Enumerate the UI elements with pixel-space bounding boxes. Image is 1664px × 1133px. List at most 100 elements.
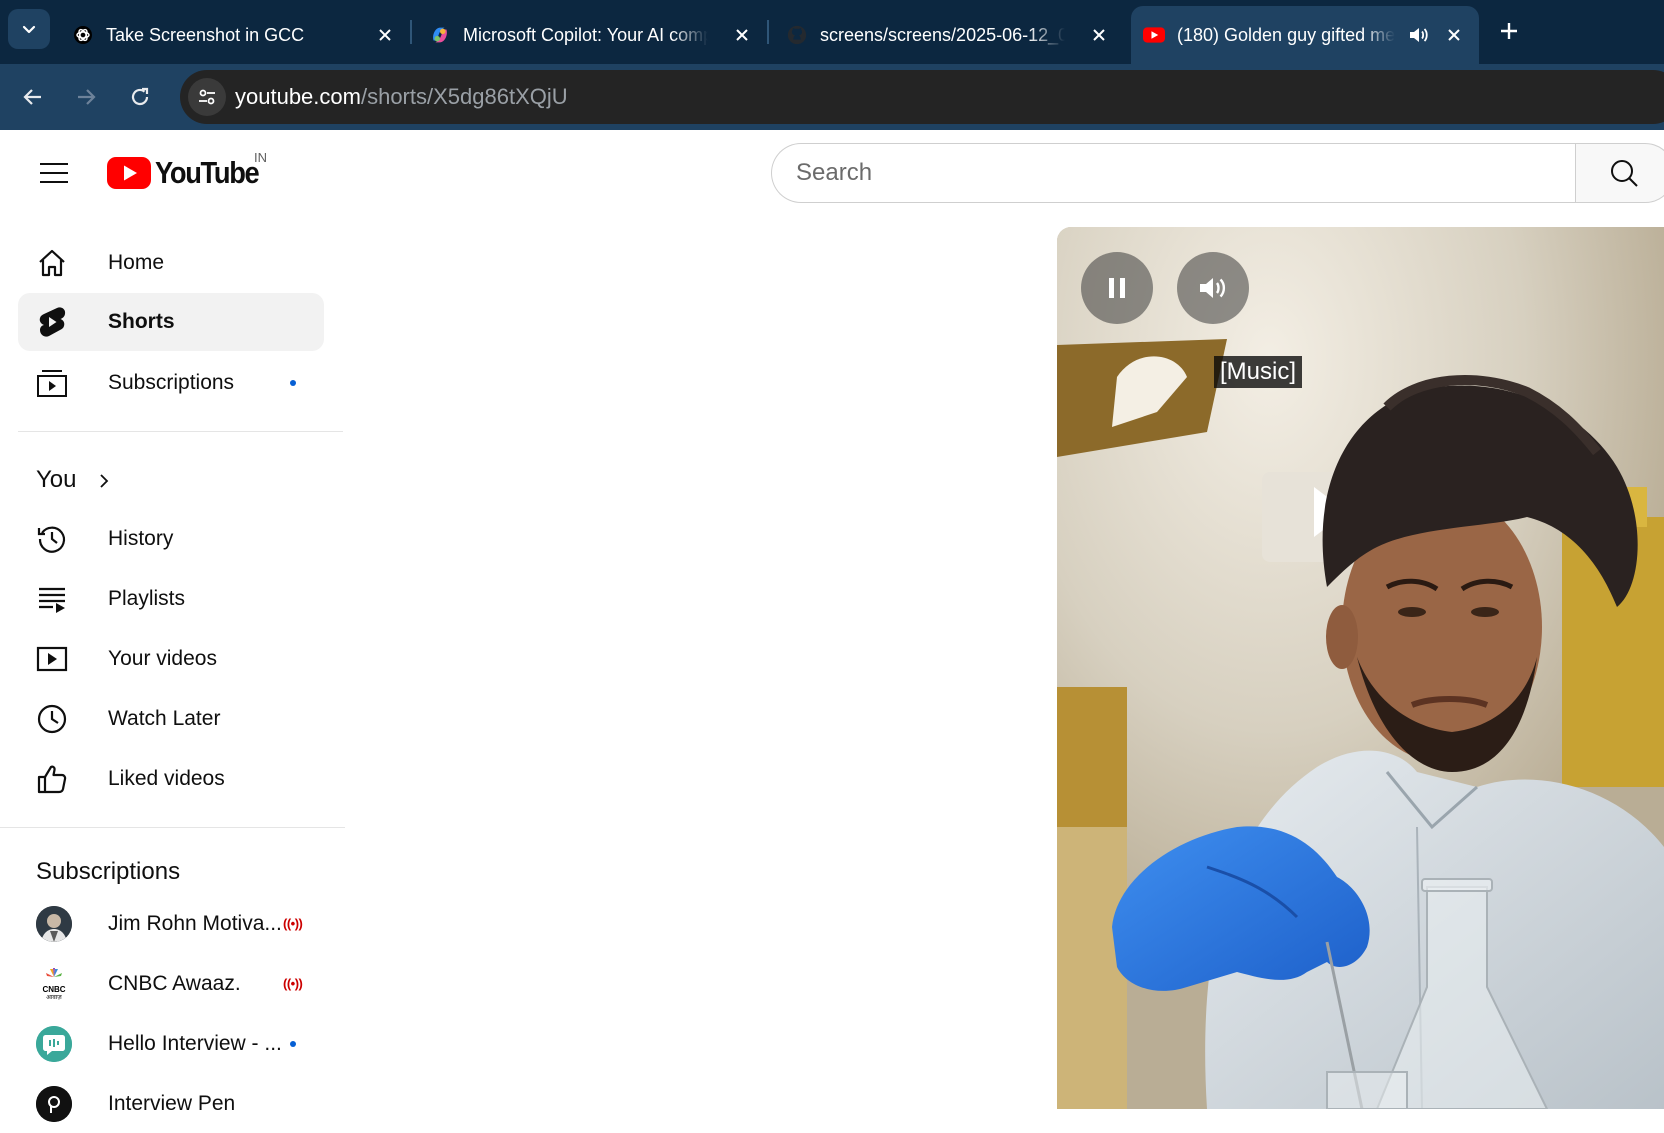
url-path: /shorts/X5dg86tXQjU	[360, 84, 568, 109]
url-text[interactable]: youtube.com/shorts/X5dg86tXQjU	[235, 84, 568, 110]
pause-icon	[1109, 278, 1125, 298]
sidebar-item-playlists[interactable]: Playlists	[18, 570, 324, 628]
subscriptions-icon	[36, 367, 68, 399]
tab-github-screens[interactable]: screens/screens/2025-06-12_09	[774, 6, 1124, 64]
close-tab-icon[interactable]	[1088, 24, 1110, 46]
sidebar-divider	[0, 827, 345, 828]
tab-separator	[410, 20, 412, 44]
tab-title: screens/screens/2025-06-12_09	[820, 24, 1065, 45]
chevron-right-icon	[96, 472, 112, 495]
new-content-dot	[290, 380, 296, 386]
tab-youtube-short[interactable]: (180) Golden guy gifted me	[1131, 6, 1479, 64]
tune-icon	[199, 89, 215, 105]
home-icon	[36, 247, 68, 279]
tab-separator	[767, 20, 769, 44]
subscription-channel-jim-rohn[interactable]: Jim Rohn Motiva... ((•))	[18, 895, 324, 953]
svg-text:आवाज़: आवाज़	[46, 995, 62, 1001]
you-section-link[interactable]: You	[18, 458, 168, 504]
region-code: IN	[254, 150, 267, 165]
playlists-icon	[36, 583, 68, 615]
chatgpt-icon	[72, 24, 94, 46]
subscription-channel-interview-pen[interactable]: Interview Pen	[18, 1075, 324, 1133]
address-bar[interactable]: youtube.com/shorts/X5dg86tXQjU	[180, 70, 1664, 124]
reload-button[interactable]	[121, 78, 159, 116]
search-icon	[1611, 160, 1638, 187]
close-tab-icon[interactable]	[374, 24, 396, 46]
subscriptions-section-title: Subscriptions	[36, 858, 181, 885]
toolbar-bottom-edge	[0, 126, 1664, 130]
you-section-title: You	[36, 466, 77, 493]
volume-button[interactable]	[1177, 252, 1249, 324]
svg-text:CNBC: CNBC	[42, 985, 65, 994]
sidebar-item-label: Subscriptions	[108, 371, 235, 394]
arrow-left-icon	[23, 89, 41, 105]
close-tab-icon[interactable]	[1443, 24, 1465, 46]
video-frame	[1057, 227, 1664, 1109]
youtube-logo[interactable]: YouTube	[107, 155, 273, 191]
sidebar-item-shorts[interactable]: Shorts	[18, 293, 324, 351]
sidebar-item-label: Your videos	[108, 647, 217, 670]
copilot-icon	[429, 24, 451, 46]
site-info-button[interactable]	[188, 78, 226, 116]
url-host: youtube.com	[235, 84, 361, 109]
subscription-channel-cnbc-awaaz[interactable]: CNBC आवाज़ CNBC Awaaz. ((•))	[18, 955, 324, 1013]
youtube-icon	[1143, 24, 1165, 46]
sidebar-item-label: Watch Later	[108, 707, 221, 730]
sidebar-item-label: History	[108, 527, 174, 550]
search-box	[771, 143, 1576, 203]
tab-microsoft-copilot[interactable]: Microsoft Copilot: Your AI companion	[417, 6, 767, 64]
volume-icon	[1200, 278, 1226, 298]
sidebar-item-label: Home	[108, 251, 165, 274]
youtube-play-logo-icon	[107, 157, 151, 189]
clock-icon	[36, 703, 68, 735]
back-button[interactable]	[14, 78, 52, 116]
channel-avatar	[36, 1086, 72, 1122]
sidebar-item-label: Interview Pen	[108, 1092, 236, 1115]
github-icon	[786, 24, 808, 46]
tab-title: Take Screenshot in GCC	[106, 24, 305, 45]
browser-toolbar: youtube.com/shorts/X5dg86tXQjU	[0, 64, 1664, 130]
search-input[interactable]	[796, 144, 1556, 202]
speaker-icon[interactable]	[1407, 24, 1429, 46]
youtube-wordmark: YouTube	[155, 155, 260, 190]
live-indicator-icon: ((•))	[283, 976, 303, 991]
sidebar-item-label: Jim Rohn Motiva...	[108, 912, 282, 935]
shorts-icon	[36, 306, 68, 338]
browser-tab-strip: Take Screenshot in GCC Microsoft Copilot…	[0, 0, 1664, 64]
sidebar-item-label: Hello Interview - ...	[108, 1032, 282, 1055]
chevron-down-icon	[22, 25, 36, 34]
live-indicator-icon: ((•))	[283, 916, 303, 931]
close-tab-icon[interactable]	[731, 24, 753, 46]
sidebar-item-label: Liked videos	[108, 767, 225, 790]
search-button[interactable]	[1575, 143, 1664, 203]
sidebar-item-label: Shorts	[108, 310, 175, 333]
reload-icon	[131, 87, 149, 106]
forward-button[interactable]	[67, 78, 105, 116]
thumbs-up-icon	[36, 763, 68, 795]
new-tab-button[interactable]	[1492, 14, 1526, 48]
sidebar-item-history[interactable]: History	[18, 510, 324, 568]
sidebar-item-liked-videos[interactable]: Liked videos	[18, 750, 324, 808]
channel-avatar	[36, 906, 72, 942]
sidebar-item-label: CNBC Awaaz.	[108, 972, 241, 995]
tab-take-screenshot[interactable]: Take Screenshot in GCC	[60, 6, 410, 64]
sidebar-item-watch-later[interactable]: Watch Later	[18, 690, 324, 748]
sidebar-divider	[18, 431, 343, 432]
tab-title: (180) Golden guy gifted me	[1177, 24, 1395, 45]
sidebar-item-subscriptions[interactable]: Subscriptions	[18, 354, 324, 412]
subscription-channel-hello-interview[interactable]: Hello Interview - ...	[18, 1015, 324, 1073]
arrow-right-icon	[78, 89, 96, 105]
sidebar-item-home[interactable]: Home	[18, 234, 324, 292]
pause-button[interactable]	[1081, 252, 1153, 324]
sidebar-item-label: Playlists	[108, 587, 186, 610]
closed-caption: [Music]	[1214, 356, 1303, 388]
channel-avatar: CNBC आवाज़	[36, 966, 72, 1002]
tab-title: Microsoft Copilot: Your AI companion	[463, 24, 708, 45]
shorts-video-player[interactable]: [Music]	[1057, 227, 1664, 1109]
tab-search-button[interactable]	[8, 9, 50, 49]
history-icon	[36, 523, 68, 555]
your-videos-icon	[36, 643, 68, 675]
new-content-dot	[290, 1041, 296, 1047]
sidebar-item-your-videos[interactable]: Your videos	[18, 630, 324, 688]
guide-menu-button[interactable]	[34, 153, 74, 193]
